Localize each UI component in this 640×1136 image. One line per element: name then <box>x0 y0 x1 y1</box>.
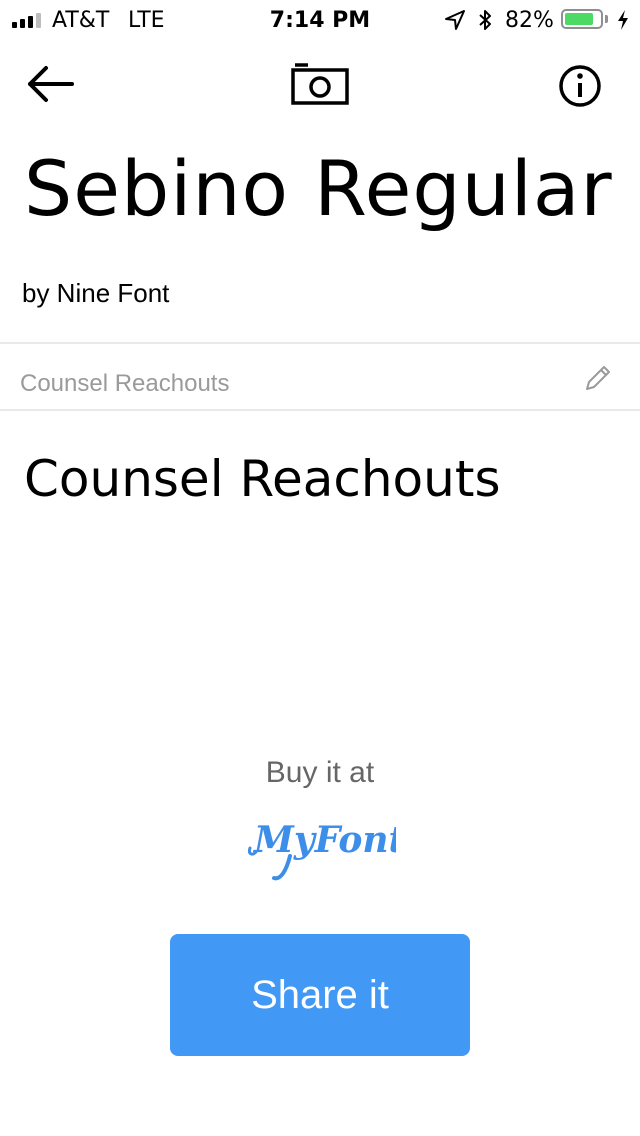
buy-label: Buy it at <box>265 756 375 789</box>
foundry-label: by Nine Font <box>22 278 170 308</box>
info-icon[interactable] <box>556 62 604 110</box>
share-button[interactable]: Share it <box>170 934 470 1056</box>
battery-level <box>565 13 593 25</box>
battery-icon <box>561 9 603 29</box>
sample-text-input[interactable] <box>20 366 560 402</box>
font-name: Sebino Regular <box>24 144 613 233</box>
battery-tip <box>605 15 608 23</box>
charging-bolt-icon <box>618 10 628 30</box>
font-preview-text: Counsel Reachouts <box>24 450 501 508</box>
location-icon <box>445 10 465 30</box>
camera-icon[interactable] <box>290 60 350 108</box>
back-arrow-icon[interactable] <box>22 62 78 106</box>
divider-top <box>0 342 640 344</box>
myfonts-logo-text: MyFonts <box>252 819 396 861</box>
pencil-icon[interactable] <box>582 362 614 394</box>
divider-bottom <box>0 409 640 411</box>
bluetooth-icon <box>479 10 491 30</box>
battery-percent: 82% <box>505 8 554 33</box>
myfonts-logo[interactable]: MyFonts <box>246 812 396 884</box>
status-bar: AT&T LTE 7:14 PM 82% <box>0 0 640 40</box>
